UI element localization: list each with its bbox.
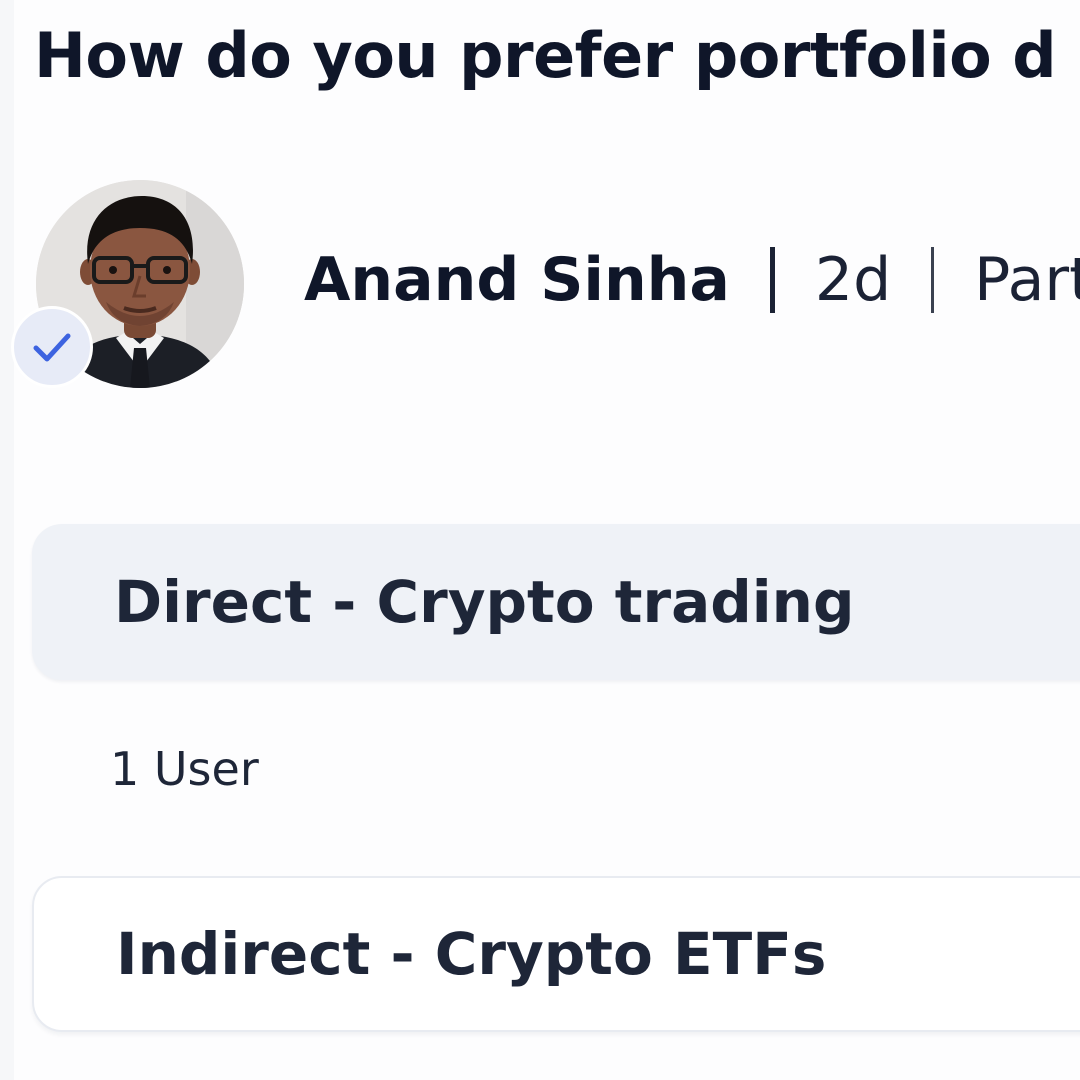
poll-option-label: Direct - Crypto trading (114, 568, 855, 636)
post-meta: Anand Sinha 2d Part (304, 238, 1080, 322)
meta-separator (931, 247, 935, 313)
author-name[interactable]: Anand Sinha (304, 238, 730, 322)
poll-card: How do you prefer portfolio d Anand Sinh… (0, 0, 1080, 1080)
check-icon (33, 333, 71, 362)
poll-vote-count: 1 User (110, 742, 259, 796)
meta-separator (769, 247, 775, 313)
poll-option-indirect-crypto-etfs[interactable]: Indirect - Crypto ETFs (32, 876, 1080, 1032)
post-title: How do you prefer portfolio d (34, 19, 1057, 92)
poll-option-label: Indirect - Crypto ETFs (116, 920, 827, 988)
post-age: 2d (814, 245, 892, 315)
verified-badge (11, 306, 93, 388)
post-category[interactable]: Part (974, 238, 1080, 322)
poll-option-direct-crypto-trading[interactable]: Direct - Crypto trading (32, 524, 1080, 680)
